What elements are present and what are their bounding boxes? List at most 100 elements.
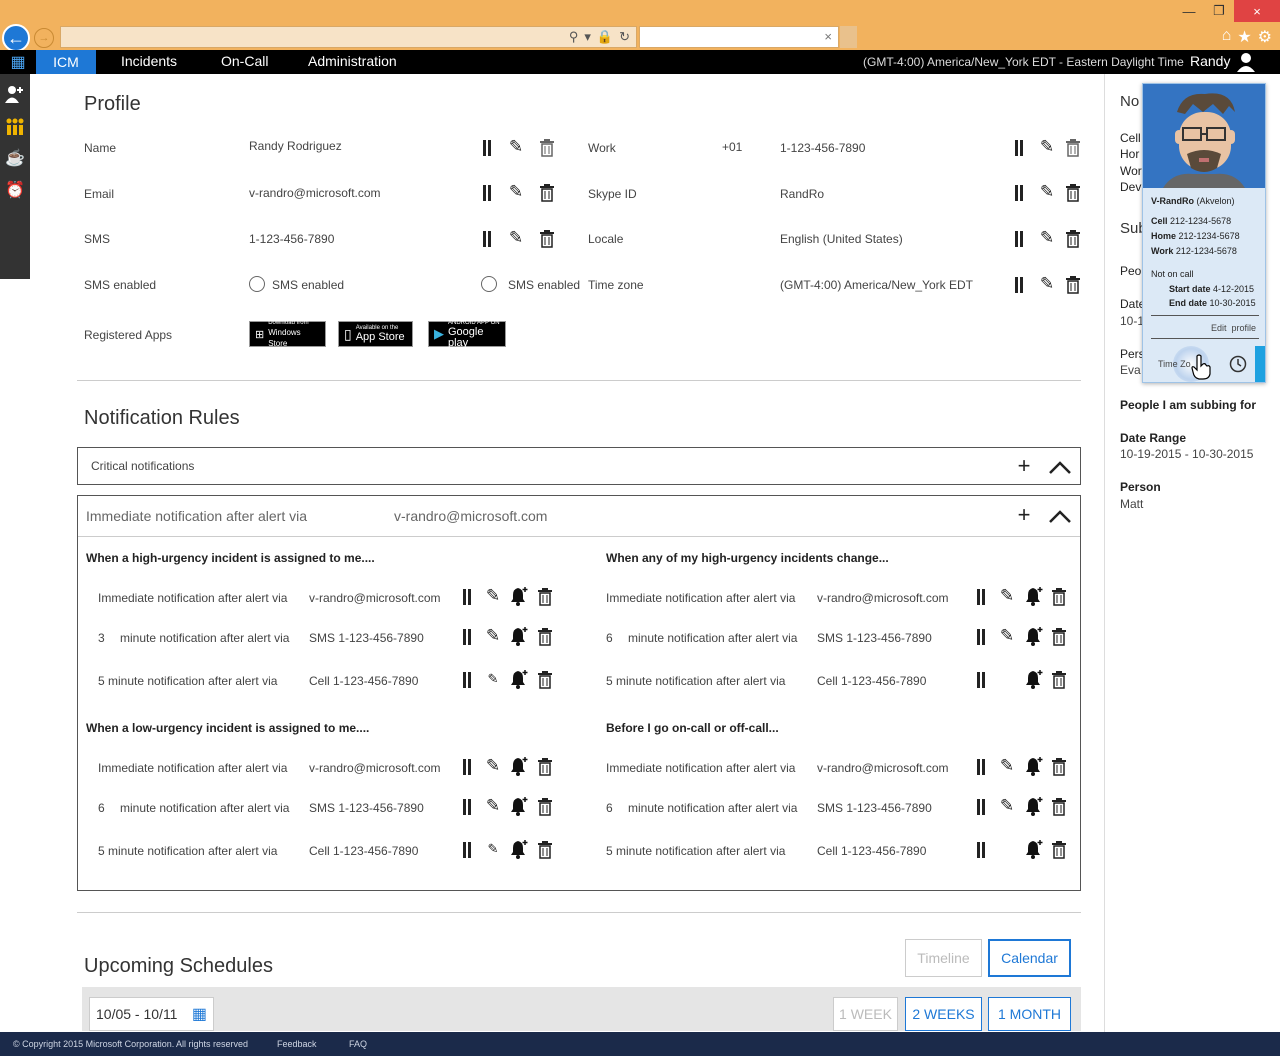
chevron-up-icon[interactable] bbox=[1049, 460, 1071, 474]
one-month-button[interactable]: 1 MONTH bbox=[988, 997, 1071, 1031]
add-alert-bell-icon[interactable] bbox=[1024, 626, 1044, 646]
pause-icon[interactable] bbox=[462, 842, 472, 858]
pause-icon[interactable] bbox=[976, 799, 986, 815]
coffee-icon[interactable]: ☕ bbox=[5, 148, 25, 168]
trash-icon[interactable] bbox=[1051, 758, 1067, 776]
add-icon[interactable]: + bbox=[1013, 502, 1035, 527]
edit-icon[interactable]: ✎ bbox=[484, 626, 502, 645]
address-bar[interactable]: ⚲ ▾ 🔒 ↻ bbox=[60, 26, 637, 48]
edit-icon[interactable]: ✎ bbox=[507, 228, 525, 247]
timezone-link[interactable]: Time Zo bbox=[1158, 359, 1191, 369]
edit-icon[interactable]: ✎ bbox=[484, 840, 502, 858]
edit-icon[interactable]: ✎ bbox=[484, 586, 502, 605]
pause-icon[interactable] bbox=[462, 799, 472, 815]
browser-tab[interactable]: × bbox=[639, 26, 839, 48]
pause-icon[interactable] bbox=[482, 185, 492, 201]
rule-delay-number[interactable]: 3 bbox=[98, 631, 105, 645]
tab-close-icon[interactable]: × bbox=[824, 29, 832, 44]
faq-link[interactable]: FAQ bbox=[349, 1039, 367, 1049]
calendar-icon[interactable]: ▦ bbox=[192, 1004, 207, 1024]
app-store-badge[interactable]: ▯ Available on the App Store bbox=[338, 321, 413, 347]
pause-icon[interactable] bbox=[462, 629, 472, 645]
one-week-button[interactable]: 1 WEEK bbox=[833, 997, 898, 1031]
pause-icon[interactable] bbox=[976, 589, 986, 605]
search-icon[interactable]: ⚲ bbox=[569, 29, 579, 45]
rule-delay-number[interactable]: 6 bbox=[606, 801, 613, 815]
maximize-icon[interactable]: ❐ bbox=[1204, 0, 1234, 22]
app-grid-icon[interactable]: ▦ bbox=[0, 50, 36, 74]
edit-icon[interactable]: ✎ bbox=[998, 756, 1016, 775]
edit-icon[interactable]: ✎ bbox=[484, 796, 502, 815]
add-alert-bell-icon[interactable] bbox=[509, 626, 529, 646]
trash-icon[interactable] bbox=[1051, 628, 1067, 646]
edit-icon[interactable]: ✎ bbox=[484, 756, 502, 775]
close-icon[interactable]: × bbox=[1234, 0, 1280, 22]
nav-item-on-call[interactable]: On-Call bbox=[221, 53, 268, 69]
trash-icon[interactable] bbox=[537, 841, 553, 859]
google-play-badge[interactable]: ▶ ANDROID APP ON Google play bbox=[428, 320, 506, 348]
edit-icon[interactable]: ✎ bbox=[1038, 137, 1056, 156]
edit-icon[interactable]: ✎ bbox=[1038, 274, 1056, 293]
pause-icon[interactable] bbox=[976, 672, 986, 688]
pause-icon[interactable] bbox=[482, 140, 492, 156]
forward-arrow-icon[interactable]: → bbox=[34, 28, 54, 48]
add-icon[interactable]: + bbox=[1013, 453, 1035, 478]
pause-icon[interactable] bbox=[1014, 185, 1024, 201]
edit-icon[interactable]: ✎ bbox=[1038, 228, 1056, 247]
trash-icon[interactable] bbox=[1065, 230, 1081, 248]
home-icon[interactable]: ⌂ bbox=[1222, 27, 1232, 47]
trash-icon[interactable] bbox=[1065, 139, 1081, 157]
panel-header[interactable]: Immediate notification after alert via v… bbox=[78, 496, 1080, 537]
pause-icon[interactable] bbox=[1014, 231, 1024, 247]
edit-icon[interactable]: ✎ bbox=[484, 670, 502, 688]
refresh-icon[interactable]: ↻ bbox=[619, 29, 630, 45]
trash-icon[interactable] bbox=[1051, 671, 1067, 689]
add-alert-bell-icon[interactable] bbox=[1024, 756, 1044, 776]
add-alert-bell-icon[interactable] bbox=[509, 796, 529, 816]
new-tab-button[interactable] bbox=[840, 26, 857, 48]
add-alert-bell-icon[interactable] bbox=[1024, 586, 1044, 606]
back-arrow-icon[interactable]: ← bbox=[2, 24, 30, 52]
alarm-clock-icon[interactable]: ⏰ bbox=[5, 180, 25, 200]
nav-item-administration[interactable]: Administration bbox=[308, 53, 397, 69]
star-icon[interactable]: ★ bbox=[1237, 27, 1251, 47]
minimize-icon[interactable]: — bbox=[1174, 0, 1204, 22]
edit-icon[interactable]: ✎ bbox=[998, 796, 1016, 815]
trash-icon[interactable] bbox=[537, 588, 553, 606]
trash-icon[interactable] bbox=[539, 139, 555, 157]
trash-icon[interactable] bbox=[537, 758, 553, 776]
pause-icon[interactable] bbox=[976, 842, 986, 858]
trash-icon[interactable] bbox=[539, 184, 555, 202]
edit-icon[interactable]: ✎ bbox=[998, 626, 1016, 645]
trash-icon[interactable] bbox=[1051, 798, 1067, 816]
pause-icon[interactable] bbox=[976, 629, 986, 645]
chevron-up-icon[interactable] bbox=[1049, 509, 1071, 523]
calendar-button[interactable]: Calendar bbox=[988, 939, 1071, 977]
edit-icon[interactable]: ✎ bbox=[507, 182, 525, 201]
sms-enabled-radio[interactable] bbox=[249, 276, 265, 292]
team-icon[interactable] bbox=[5, 116, 25, 136]
trash-icon[interactable] bbox=[1051, 588, 1067, 606]
rule-delay-number[interactable]: 6 bbox=[98, 801, 105, 815]
rule-delay-number[interactable]: 6 bbox=[606, 631, 613, 645]
timeline-button[interactable]: Timeline bbox=[905, 939, 982, 977]
trash-icon[interactable] bbox=[1065, 184, 1081, 202]
add-alert-bell-icon[interactable] bbox=[1024, 669, 1044, 689]
edit-profile-link[interactable]: Edit profile bbox=[1211, 323, 1256, 333]
clock-icon[interactable] bbox=[1229, 355, 1247, 373]
pause-icon[interactable] bbox=[976, 759, 986, 775]
date-range-input[interactable]: 10/05 - 10/11 ▦ bbox=[89, 997, 214, 1031]
add-alert-bell-icon[interactable] bbox=[1024, 839, 1044, 859]
edit-icon[interactable]: ✎ bbox=[507, 137, 525, 156]
sms-enabled-radio-2[interactable] bbox=[481, 276, 497, 292]
gear-icon[interactable]: ⚙ bbox=[1258, 27, 1272, 47]
dropdown-icon[interactable]: ▾ bbox=[584, 29, 591, 45]
pause-icon[interactable] bbox=[462, 759, 472, 775]
trash-icon[interactable] bbox=[537, 798, 553, 816]
feedback-link[interactable]: Feedback bbox=[277, 1039, 317, 1049]
user-icon[interactable] bbox=[1237, 52, 1255, 72]
add-alert-bell-icon[interactable] bbox=[509, 669, 529, 689]
add-user-icon[interactable] bbox=[5, 84, 25, 104]
pause-icon[interactable] bbox=[462, 672, 472, 688]
pause-icon[interactable] bbox=[462, 589, 472, 605]
